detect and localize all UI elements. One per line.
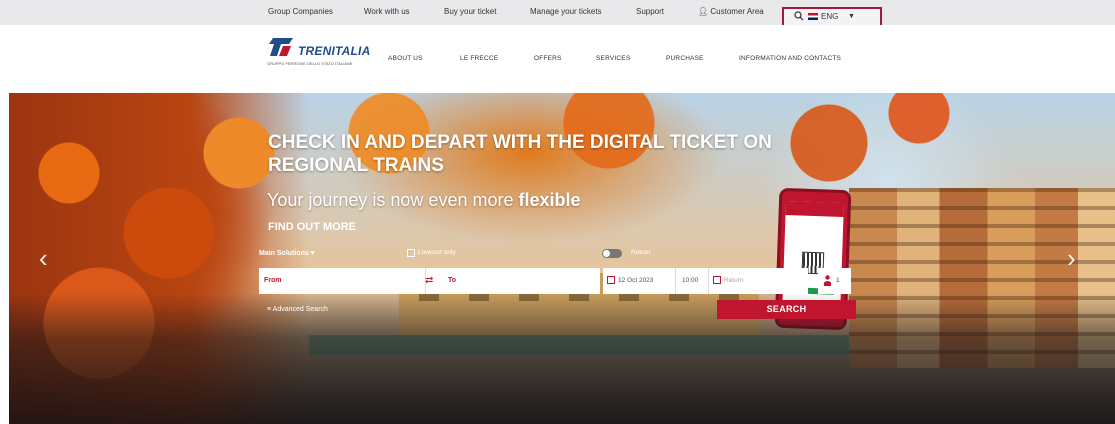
lowcost-checkbox[interactable] xyxy=(407,249,415,257)
main-nav: TRENITALIA GRUPPO FERROVIE DELLO STATO I… xyxy=(0,25,1115,93)
logo-tagline: GRUPPO FERROVIE DELLO STATO ITALIANE xyxy=(267,61,353,66)
from-label: From xyxy=(264,277,282,284)
hero-headline: CHECK IN AND DEPART WITH THE DIGITAL TIC… xyxy=(268,132,772,176)
calendar-icon xyxy=(607,276,615,284)
hero-subtitle-prefix: Your journey is now even more xyxy=(267,190,519,210)
return-toggle[interactable] xyxy=(602,249,622,258)
sliders-icon: ≡ xyxy=(267,306,272,313)
trenitalia-logo[interactable]: TRENITALIA GRUPPO FERROVIE DELLO STATO I… xyxy=(267,36,371,68)
departure-date-value: 12 Oct 2023 xyxy=(618,277,654,284)
return-label: Return xyxy=(631,249,651,256)
user-icon: 👤︎ xyxy=(698,7,709,16)
hero-subtitle-bold: flexible xyxy=(518,190,581,210)
calendar-icon xyxy=(713,276,721,284)
nav-services[interactable]: SERVICES xyxy=(596,55,630,62)
link-support[interactable]: Support xyxy=(636,7,664,16)
departure-time-value: 10:00 xyxy=(682,277,699,284)
logo-wordmark: TRENITALIA xyxy=(298,44,371,58)
search-icon[interactable] xyxy=(794,11,804,21)
phone-screen-header xyxy=(785,201,844,218)
utility-bar: Group Companies Work with us Buy your ti… xyxy=(0,0,1115,26)
advanced-search-label: Advanced Search xyxy=(272,306,328,313)
passenger-count: 1 xyxy=(836,277,840,284)
customer-area-label: Customer Area xyxy=(710,7,764,16)
link-work-with-us[interactable]: Work with us xyxy=(364,7,410,16)
find-out-more-link[interactable]: FIND OUT MORE xyxy=(268,221,356,233)
link-buy-ticket[interactable]: Buy your ticket xyxy=(444,7,496,16)
search-options: Main Solutions ▾ Lowcost only Return xyxy=(259,249,859,263)
language-selector[interactable]: ENG ▼ xyxy=(782,7,882,26)
search-button[interactable]: SEARCH xyxy=(717,300,856,319)
language-code: ENG xyxy=(821,12,839,21)
link-manage-tickets[interactable]: Manage your tickets xyxy=(530,7,602,16)
to-label: To xyxy=(448,277,457,284)
hero-shade xyxy=(9,293,1115,424)
carousel-prev-arrow-icon[interactable]: ‹ xyxy=(39,243,48,274)
departure-date-field[interactable]: 12 Oct 2023 xyxy=(603,268,675,294)
to-field[interactable]: To xyxy=(425,268,600,294)
departure-time-field[interactable]: 10:00 xyxy=(675,268,708,294)
carousel-next-arrow-icon[interactable]: › xyxy=(1067,243,1076,274)
nav-purchase[interactable]: PURCHASE xyxy=(666,55,704,62)
trenitalia-mark-icon xyxy=(269,38,293,56)
hero-subtitle: Your journey is now even more flexible xyxy=(267,190,581,211)
passenger-icon xyxy=(824,275,831,286)
advanced-search-link[interactable]: ≡ Advanced Search xyxy=(267,306,328,313)
return-date-placeholder: Return xyxy=(724,277,744,284)
link-customer-area[interactable]: 👤︎ Customer Area xyxy=(698,7,764,16)
lowcost-label: Lowcost only xyxy=(418,249,456,256)
nav-le-frecce[interactable]: LE FRECCE xyxy=(460,55,498,62)
swap-stations-icon[interactable]: ⇄ xyxy=(425,275,439,287)
from-field[interactable]: From xyxy=(259,268,425,294)
nav-offers[interactable]: OFFERS xyxy=(534,55,562,62)
link-group-companies[interactable]: Group Companies xyxy=(268,7,333,16)
return-date-field[interactable]: Return xyxy=(708,268,808,294)
caret-down-icon: ▼ xyxy=(848,13,855,20)
main-solutions-dropdown[interactable]: Main Solutions ▾ xyxy=(259,249,314,257)
passengers-field[interactable]: 1 xyxy=(818,268,851,294)
nav-information-contacts[interactable]: INFORMATION AND CONTACTS xyxy=(739,55,841,62)
uk-flag-icon xyxy=(808,13,818,20)
nav-about-us[interactable]: ABOUT US xyxy=(388,55,423,62)
